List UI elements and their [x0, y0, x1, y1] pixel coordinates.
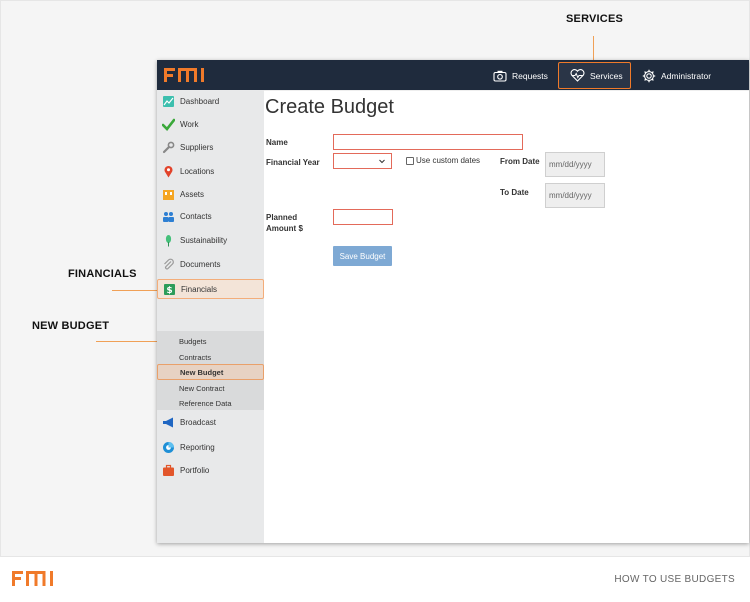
- assets-icon: [162, 188, 175, 201]
- planned-label-line1: Planned: [266, 213, 298, 222]
- nav-administrator-label: Administrator: [661, 71, 712, 81]
- heart-pulse-icon: [570, 69, 585, 82]
- briefcase-icon: [162, 464, 175, 477]
- planned-amount-input[interactable]: [333, 209, 393, 225]
- check-icon: [162, 118, 175, 131]
- sidebar-item-locations[interactable]: Locations: [157, 161, 264, 181]
- sidebar-item-label: Dashboard: [180, 96, 220, 106]
- custom-dates-checkbox[interactable]: Use custom dates: [406, 156, 480, 165]
- sidebar-item-label: Broadcast: [180, 417, 217, 427]
- paperclip-icon: [162, 258, 175, 271]
- custom-dates-label: Use custom dates: [416, 156, 481, 165]
- submenu-item-contracts[interactable]: Contracts: [157, 349, 264, 365]
- app-window: Requests Services Administrator Dashboar…: [157, 60, 749, 543]
- sidebar-item-portfolio[interactable]: Portfolio: [157, 460, 264, 480]
- svg-text:$: $: [166, 286, 172, 296]
- main-content: Create Budget Name Financial Year Use cu…: [264, 90, 749, 543]
- nav-requests-label: Requests: [512, 71, 548, 81]
- camera-icon: [493, 70, 507, 82]
- to-date-label: To Date: [500, 188, 529, 197]
- from-date-input[interactable]: mm/dd/yyyy: [545, 152, 605, 177]
- top-bar: Requests Services Administrator: [157, 60, 749, 90]
- financial-year-label: Financial Year: [266, 158, 320, 167]
- dashboard-icon: [162, 95, 175, 108]
- submenu-item-new-budget[interactable]: New Budget: [157, 364, 264, 380]
- sidebar-item-suppliers[interactable]: Suppliers: [157, 137, 264, 157]
- footer-caption: HOW TO USE BUDGETS: [614, 574, 735, 585]
- sidebar-item-label: Documents: [180, 259, 221, 269]
- callout-new-budget: NEW BUDGET: [32, 320, 110, 332]
- dollar-icon: $: [163, 283, 176, 296]
- from-date-label: From Date: [500, 157, 540, 166]
- financial-year-select[interactable]: [333, 153, 392, 169]
- submenu-item-reference-data[interactable]: Reference Data: [157, 395, 264, 411]
- people-icon: [162, 210, 175, 223]
- name-label: Name: [266, 138, 288, 147]
- sidebar-item-label: Reporting: [180, 442, 215, 452]
- page-title: Create Budget: [265, 96, 394, 118]
- nav-services[interactable]: Services: [558, 62, 631, 89]
- chart-icon: [162, 441, 175, 454]
- save-budget-button[interactable]: Save Budget: [333, 246, 392, 266]
- financials-submenu: Budgets Contracts New Budget New Contrac…: [157, 331, 264, 410]
- sidebar-item-label: Suppliers: [180, 142, 214, 152]
- sidebar-item-label: Work: [180, 119, 199, 129]
- nav-requests[interactable]: Requests: [493, 64, 553, 88]
- sidebar-item-financials[interactable]: $ Financials: [157, 279, 264, 299]
- sidebar-item-label: Assets: [180, 189, 205, 199]
- sidebar-item-documents[interactable]: Documents: [157, 254, 264, 274]
- sidebar-item-label: Sustainability: [180, 235, 228, 245]
- sidebar-item-sustainability[interactable]: Sustainability: [157, 230, 264, 250]
- sidebar-item-label: Contacts: [180, 211, 212, 221]
- submenu-item-new-contract[interactable]: New Contract: [157, 380, 264, 396]
- callout-services: SERVICES: [566, 13, 624, 25]
- checkbox-box[interactable]: [406, 156, 414, 165]
- megaphone-icon: [162, 416, 175, 429]
- submenu-item-budgets[interactable]: Budgets: [157, 333, 264, 349]
- nav-services-label: Services: [590, 70, 623, 81]
- callout-services-line: [593, 36, 594, 62]
- planned-label-line2: Amount $: [266, 224, 303, 233]
- sidebar-item-dashboard[interactable]: Dashboard: [157, 91, 264, 111]
- sidebar-item-broadcast[interactable]: Broadcast: [157, 412, 264, 432]
- callout-financials: FINANCIALS: [68, 268, 137, 280]
- chevron-down-icon: [379, 159, 385, 164]
- sidebar: Dashboard Work Suppliers Locations Asset: [157, 90, 264, 543]
- sidebar-item-reporting[interactable]: Reporting: [157, 437, 264, 457]
- callout-financials-line: [112, 290, 158, 291]
- sidebar-item-label: Portfolio: [180, 465, 210, 475]
- callout-new-budget-line: [96, 341, 158, 342]
- map-pin-icon: [162, 165, 175, 178]
- sidebar-item-assets[interactable]: Assets: [157, 184, 264, 204]
- planned-amount-label: Planned Amount $: [266, 212, 303, 234]
- footer-fmi-logo: [12, 571, 53, 586]
- gear-icon: [642, 69, 656, 83]
- sidebar-item-contacts[interactable]: Contacts: [157, 206, 264, 226]
- sidebar-item-label: Locations: [180, 166, 215, 176]
- wrench-icon: [162, 141, 175, 154]
- to-date-input[interactable]: mm/dd/yyyy: [545, 183, 605, 208]
- sidebar-item-work[interactable]: Work: [157, 114, 264, 134]
- sidebar-item-label: Financials: [181, 284, 218, 294]
- fmi-logo[interactable]: [164, 66, 212, 84]
- name-input[interactable]: [333, 134, 523, 150]
- nav-administrator[interactable]: Administrator: [642, 64, 722, 88]
- leaf-icon: [162, 234, 175, 247]
